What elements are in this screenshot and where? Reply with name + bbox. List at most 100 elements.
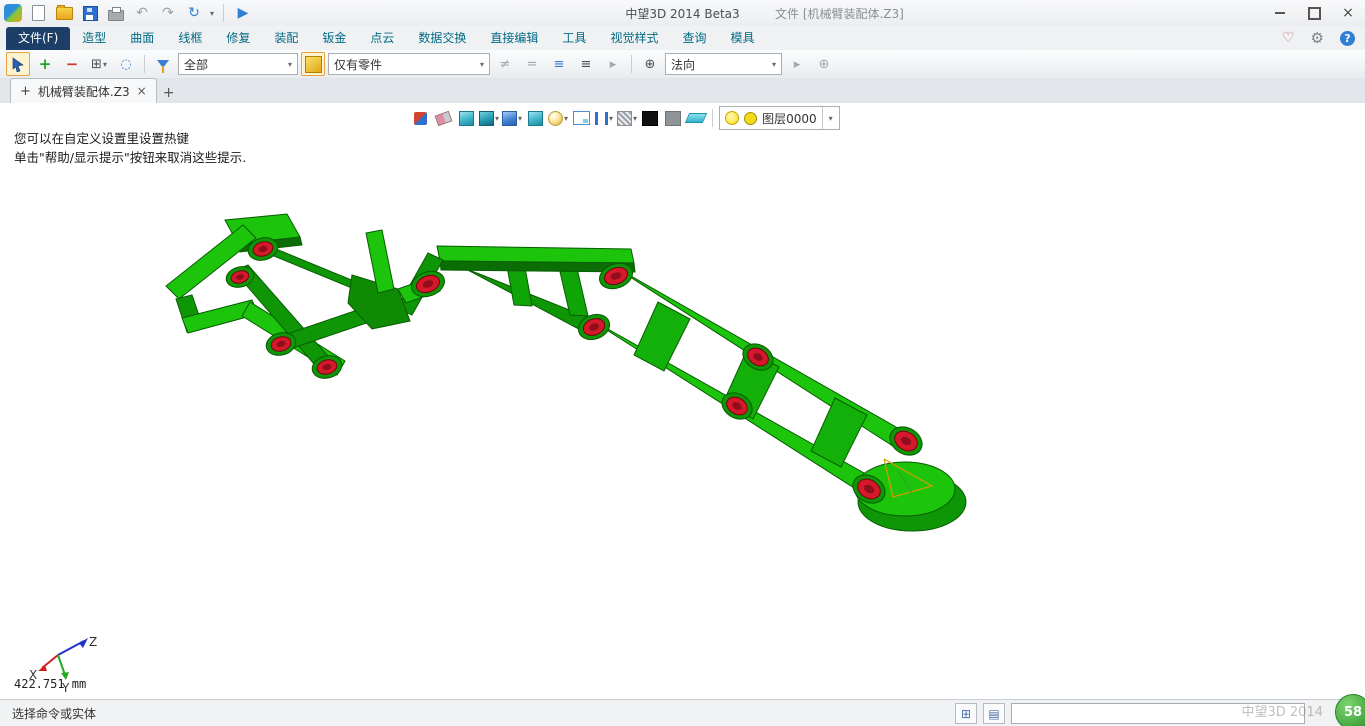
status-bar-right: ⊞ ▤: [955, 703, 1305, 724]
status-message: 选择命令或实体: [12, 705, 96, 722]
last-pick-button[interactable]: ▸: [601, 52, 625, 76]
status-bar: 选择命令或实体 ⊞ ▤: [0, 699, 1365, 726]
ribbon-tab-shape[interactable]: 造型: [70, 27, 118, 50]
ribbon-tab-data-exchange[interactable]: 数据交换: [406, 27, 478, 50]
regen-dropdown-arrow[interactable]: ▾: [210, 9, 214, 18]
model-arm-plate[interactable]: [634, 302, 690, 371]
undo-icon: ↶: [136, 5, 148, 21]
window-title: 中望3D 2014 Beta3: [625, 5, 739, 22]
notes-panel-button[interactable]: ▤: [983, 703, 1005, 724]
ribbon-tab-sheetmetal[interactable]: 钣金: [310, 27, 358, 50]
selection-list-button[interactable]: ≡: [574, 52, 598, 76]
document-tab[interactable]: × + 机械臂装配体.Z3 ×: [10, 78, 157, 103]
add-to-selection-button[interactable]: +: [33, 52, 57, 76]
divider: [223, 4, 224, 22]
pick-normal-button[interactable]: ▸: [785, 52, 809, 76]
pick-mode-dropdown-arrow: ▾: [103, 60, 107, 69]
regen-button[interactable]: ↻: [184, 3, 204, 23]
pick-normal-icon: ▸: [794, 57, 801, 72]
ribbon-tab-mold[interactable]: 模具: [718, 27, 766, 50]
maximize-icon: [1308, 7, 1321, 20]
print-icon: [108, 10, 124, 21]
undo-button[interactable]: ↶: [132, 3, 152, 23]
ribbon-tab-surface[interactable]: 曲面: [118, 27, 166, 50]
tab-plus-icon: +: [20, 84, 31, 99]
normal-combo-value: 法向: [671, 56, 768, 73]
filter-button[interactable]: [151, 52, 175, 76]
watermark-badge: 58: [1335, 694, 1365, 726]
play-icon: ▶: [238, 5, 249, 21]
ribbon-tab-pointcloud[interactable]: 点云: [358, 27, 406, 50]
model-boom-rail[interactable]: [437, 246, 634, 263]
parts-filter-arrow: ▾: [480, 60, 484, 69]
selection-toolbar: + − ⊞ ▾ ◌ 全部 ▾ 仅有零件 ▾ ≠ = ≡ ≡ ▸ ⊕ 法向 ▾ ▸…: [0, 50, 1365, 79]
settings-gear-icon[interactable]: ⚙: [1311, 29, 1324, 47]
document-tab-label: 机械臂装配体.Z3: [38, 83, 130, 100]
ribbon-tab-wireframe[interactable]: 线框: [166, 27, 214, 50]
new-file-icon: [32, 5, 45, 21]
compass-icon: ⊕: [645, 57, 656, 72]
ribbon-right-icons: ♡ ⚙ ?: [1282, 26, 1355, 50]
tab-close-icon[interactable]: ×: [137, 84, 147, 98]
maximize-button[interactable]: [1297, 0, 1331, 26]
exclude-button[interactable]: ≠: [493, 52, 517, 76]
filter-funnel-icon: [157, 60, 169, 68]
list-dark-icon: ≡: [581, 57, 592, 72]
print-button[interactable]: [106, 3, 126, 23]
scope-combo-arrow: ▾: [288, 60, 292, 69]
remove-from-selection-button[interactable]: −: [60, 52, 84, 76]
parts-filter-value: 仅有零件: [334, 56, 476, 73]
grid-icon: ⊞: [91, 57, 102, 72]
lasso-select-button[interactable]: ◌: [114, 52, 138, 76]
command-input[interactable]: [1011, 703, 1305, 724]
favorite-heart-icon[interactable]: ♡: [1282, 30, 1295, 46]
minimize-button[interactable]: [1263, 0, 1297, 26]
new-tab-button[interactable]: +: [157, 82, 181, 103]
save-button[interactable]: [80, 3, 100, 23]
ribbon-tab-visual-style[interactable]: 视觉样式: [598, 27, 670, 50]
scope-combo-value: 全部: [184, 56, 284, 73]
ribbon-tab-tools[interactable]: 工具: [550, 27, 598, 50]
redo-icon: ↷: [162, 5, 174, 21]
model-canvas[interactable]: 您可以在自定义设置里设置热键 单击"帮助/显示提示"按钮来取消这些提示. ▾ ▾…: [0, 103, 1365, 700]
table-icon: ⊞: [961, 707, 971, 721]
doc-icon: ▤: [988, 707, 999, 721]
triad-z-label: Z: [89, 635, 97, 649]
pick-axis-icon: ⊕: [819, 57, 830, 72]
regen-icon: ↻: [188, 5, 200, 21]
open-file-button[interactable]: [54, 3, 74, 23]
table-panel-button[interactable]: ⊞: [955, 703, 977, 724]
normal-combo[interactable]: 法向 ▾: [665, 53, 782, 75]
cursor-icon: [11, 57, 25, 72]
ribbon-tab-direct-edit[interactable]: 直接编辑: [478, 27, 550, 50]
ribbon-tab-assembly[interactable]: 装配: [262, 27, 310, 50]
normal-combo-arrow: ▾: [772, 60, 776, 69]
document-title: 文件 [机械臂装配体.Z3]: [775, 5, 904, 22]
pick-axis-button[interactable]: ⊕: [812, 52, 836, 76]
start-button[interactable]: ▶: [233, 3, 253, 23]
ribbon-tab-bar: 文件(F) 造型 曲面 线框 修复 装配 钣金 点云 数据交换 直接编辑 工具 …: [0, 26, 1365, 51]
parts-filter-combo[interactable]: 仅有零件 ▾: [328, 53, 490, 75]
redo-button[interactable]: ↷: [158, 3, 178, 23]
select-cursor-button[interactable]: [6, 52, 30, 76]
part-only-button[interactable]: [301, 52, 325, 76]
compass-button[interactable]: ⊕: [638, 52, 662, 76]
arrow-icon: ▸: [610, 57, 617, 72]
assembly-model[interactable]: Z X Y: [0, 103, 1365, 700]
ribbon-tab-file[interactable]: 文件(F): [6, 27, 70, 50]
model-jaw-link[interactable]: [166, 225, 256, 299]
triad-y-axis: [58, 655, 65, 675]
scope-combo[interactable]: 全部 ▾: [178, 53, 298, 75]
close-icon: ×: [1342, 5, 1354, 21]
ribbon-tab-repair[interactable]: 修复: [214, 27, 262, 50]
close-button[interactable]: ×: [1331, 0, 1365, 26]
triad-z-arrowhead: [79, 638, 88, 648]
include-button[interactable]: =: [520, 52, 544, 76]
pick-list-button[interactable]: ≡: [547, 52, 571, 76]
pick-mode-button[interactable]: ⊞ ▾: [87, 52, 111, 76]
window-controls: ×: [1263, 0, 1365, 26]
ribbon-tab-inquire[interactable]: 查询: [670, 27, 718, 50]
new-file-button[interactable]: [28, 3, 48, 23]
help-icon[interactable]: ?: [1340, 31, 1355, 46]
divider: [631, 55, 632, 73]
